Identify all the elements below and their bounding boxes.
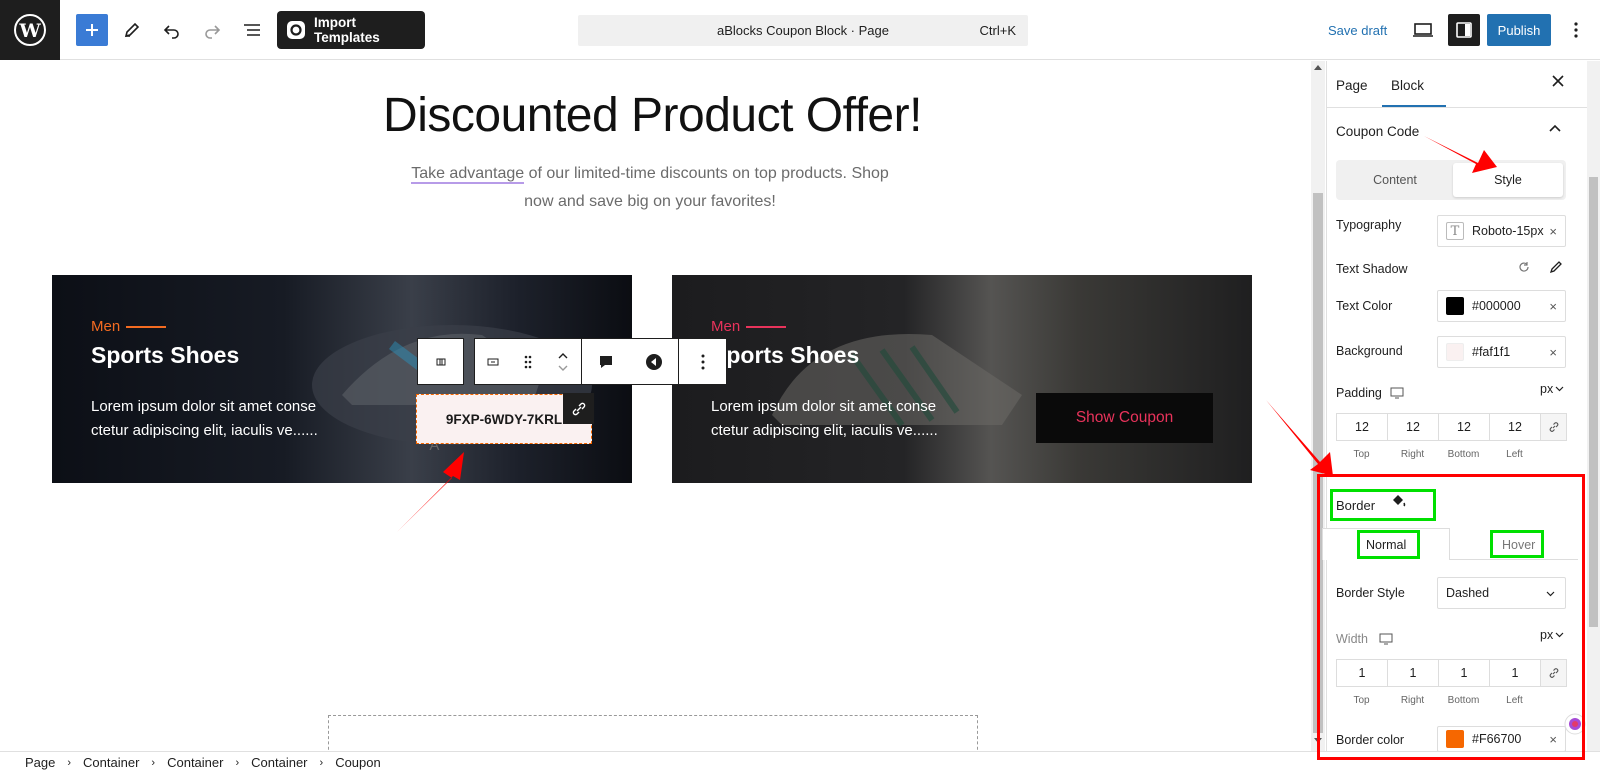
tab-style[interactable]: Style (1453, 163, 1563, 197)
padding-inputs: 12 12 12 12 (1336, 413, 1567, 441)
padding-label: Padding (1336, 386, 1382, 400)
comment-icon[interactable] (598, 354, 614, 370)
link-icon[interactable] (1540, 413, 1567, 441)
color-swatch[interactable] (1446, 343, 1464, 361)
settings-sidebar-icon[interactable] (1448, 14, 1480, 46)
shoe-image (772, 334, 1022, 427)
redo-icon[interactable] (196, 14, 228, 46)
add-block-button[interactable] (76, 14, 108, 46)
undo-icon[interactable] (156, 14, 188, 46)
chevron-right-icon: › (151, 756, 156, 769)
typography-value: Roboto-15px (1472, 224, 1544, 238)
block-toolbar (417, 338, 727, 385)
tab-page[interactable]: Page (1336, 78, 1368, 93)
tab-block[interactable]: Block (1391, 78, 1424, 93)
import-templates-button[interactable]: Import Templates (277, 11, 425, 49)
clear-icon[interactable]: × (1549, 345, 1557, 360)
text-color-label: Text Color (1336, 299, 1393, 313)
highlighted-text: Take advantage (411, 165, 525, 184)
coupon-block-icon[interactable] (487, 357, 499, 367)
card-description: Lorem ipsum dolor sit amet conse ctetur … (711, 398, 938, 439)
intro-paragraph[interactable]: Take advantage of our limited-time disco… (400, 160, 900, 216)
close-icon[interactable] (1552, 75, 1564, 87)
chevron-right-icon: › (235, 756, 240, 769)
shortcut-hint: Ctrl+K (979, 23, 1016, 38)
chevron-up-icon[interactable] (1549, 124, 1561, 132)
typography-label: Typography (1336, 218, 1402, 232)
save-draft-button[interactable]: Save draft (1328, 23, 1387, 38)
category-label: Men (711, 318, 787, 335)
ai-assist-icon[interactable] (645, 353, 663, 371)
font-icon: T (1446, 222, 1464, 240)
padding-unit[interactable]: px (1540, 382, 1553, 396)
chevron-down-icon[interactable] (1555, 386, 1564, 392)
chevron-right-icon: › (319, 756, 324, 769)
padding-side-labels: Top Right Bottom Left (1336, 449, 1540, 460)
block-type-icon[interactable] (417, 338, 464, 385)
section-title[interactable]: Coupon Code (1336, 124, 1419, 139)
document-overview-icon[interactable] (236, 14, 268, 46)
annotation-hover-tab-highlight (1490, 530, 1544, 558)
side-label: Bottom (1447, 449, 1480, 460)
breadcrumb-item[interactable]: Container (251, 755, 307, 770)
annotation-normal-tab-highlight (1357, 530, 1420, 559)
annotation-border-label-highlight (1330, 489, 1436, 521)
text-color-field[interactable]: #000000 × (1437, 290, 1566, 322)
svg-text:W: W (18, 20, 41, 42)
card-description: Lorem ipsum dolor sit amet conse ctetur … (91, 398, 318, 439)
breadcrumb-item[interactable]: Container (167, 755, 223, 770)
link-edit-icon[interactable] (563, 393, 594, 424)
background-field[interactable]: #faf1f1 × (1437, 336, 1566, 368)
category-label: Men (91, 318, 167, 335)
scroll-up-arrow-icon[interactable] (1313, 63, 1323, 71)
padding-left-input[interactable]: 12 (1489, 413, 1540, 441)
sidebar-scrollbar-thumb[interactable] (1589, 177, 1598, 627)
wordpress-logo-icon[interactable]: W (0, 0, 60, 60)
padding-top-input[interactable]: 12 (1336, 413, 1387, 441)
card-title: Sports Shoes (711, 342, 860, 368)
import-templates-label: Import Templates (314, 15, 380, 45)
color-swatch[interactable] (1446, 297, 1464, 315)
chevron-right-icon: › (67, 756, 72, 769)
show-coupon-button[interactable]: Show Coupon (1036, 393, 1213, 443)
document-title: aBlocks Coupon Block · Page (717, 23, 889, 38)
desktop-icon[interactable] (1390, 387, 1404, 399)
background-label: Background (1336, 344, 1403, 358)
more-options-icon[interactable] (1560, 14, 1592, 46)
empty-container-placeholder[interactable] (328, 715, 978, 755)
ablocks-logo-icon (286, 20, 306, 40)
edit-icon[interactable] (1549, 260, 1563, 274)
tab-content[interactable]: Content (1340, 163, 1450, 197)
side-label: Right (1400, 449, 1425, 460)
block-move-group (474, 338, 582, 385)
text-shadow-label: Text Shadow (1336, 262, 1408, 276)
divider (1327, 107, 1587, 108)
breadcrumb-item-current[interactable]: Coupon (335, 755, 381, 770)
padding-right-input[interactable]: 12 (1387, 413, 1438, 441)
publish-button[interactable]: Publish (1487, 14, 1551, 46)
typography-field[interactable]: T Roboto-15px × (1437, 215, 1566, 247)
breadcrumb-item[interactable]: Page (25, 755, 55, 770)
block-options-icon[interactable] (679, 338, 727, 385)
padding-bottom-input[interactable]: 12 (1438, 413, 1489, 441)
card-title: Sports Shoes (91, 342, 240, 368)
reset-icon[interactable] (1518, 261, 1530, 273)
clear-icon[interactable]: × (1549, 224, 1557, 239)
background-value: #faf1f1 (1472, 345, 1511, 359)
text-color-value: #000000 (1472, 299, 1521, 313)
side-label: Top (1353, 449, 1370, 460)
pencil-icon[interactable] (116, 14, 148, 46)
side-label: Left (1506, 449, 1523, 460)
command-palette-bar[interactable]: aBlocks Coupon Block · Page Ctrl+K (578, 15, 1028, 46)
coupon-card-2[interactable]: Men Sports Shoes Lorem ipsum dolor sit a… (672, 275, 1252, 483)
block-actions-group (582, 338, 679, 385)
breadcrumb-item[interactable]: Container (83, 755, 139, 770)
move-up-down-icon[interactable] (557, 350, 569, 374)
page-headline[interactable]: Discounted Product Offer! (0, 88, 1305, 143)
drag-handle-icon[interactable] (523, 355, 533, 369)
clear-icon[interactable]: × (1549, 299, 1557, 314)
intro-text: of our limited-time discounts on top pro… (524, 165, 889, 210)
preview-device-icon[interactable] (1407, 14, 1439, 46)
